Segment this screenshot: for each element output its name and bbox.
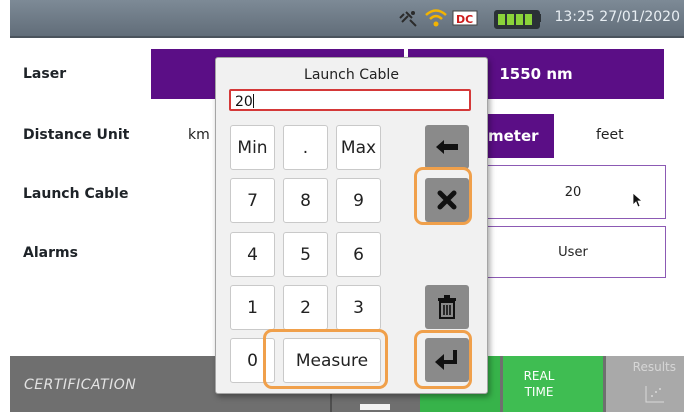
app-window: DC 13:25 27/01/2020 Laser 1550 nm Distan… <box>0 0 686 412</box>
text-caret <box>252 94 254 108</box>
backspace-button[interactable] <box>425 125 469 169</box>
key-min[interactable]: Min <box>230 125 275 170</box>
clock: 13:25 27/01/2020 <box>554 9 680 25</box>
time-text-label: TIME <box>524 385 554 399</box>
highlight-clear-button <box>414 167 472 225</box>
wifi-icon <box>425 9 447 27</box>
key-3[interactable]: 3 <box>336 285 381 330</box>
unit-meter-option[interactable]: meter <box>478 114 554 158</box>
launch-cable-label: Launch Cable <box>23 186 129 202</box>
battery-cap <box>538 14 541 22</box>
backspace-icon <box>436 140 458 154</box>
unit-feet-option[interactable]: feet <box>596 127 624 143</box>
alarms-label: Alarms <box>23 245 78 261</box>
dc-power-icon: DC <box>452 10 478 26</box>
key-max[interactable]: Max <box>336 125 381 170</box>
key-7[interactable]: 7 <box>230 178 275 223</box>
dc-label: DC <box>456 13 473 26</box>
distance-unit-label: Distance Unit <box>23 127 130 143</box>
unit-meter-text: meter <box>488 127 539 145</box>
scatter-chart-icon <box>645 386 664 403</box>
alarms-field[interactable]: User <box>480 226 666 278</box>
key-4[interactable]: 4 <box>230 232 275 277</box>
highlight-measure-button <box>263 329 388 389</box>
keypad-title: Launch Cable <box>304 67 399 83</box>
keypad-input[interactable]: 20 <box>229 89 471 111</box>
certification-mode-label: CERTIFICATION <box>24 377 137 393</box>
key-6[interactable]: 6 <box>336 232 381 277</box>
status-bar: DC 13:25 27/01/2020 <box>10 0 684 38</box>
key-2[interactable]: 2 <box>283 285 328 330</box>
real-text: REAL <box>523 369 555 383</box>
key-8[interactable]: 8 <box>283 178 328 223</box>
keypad-input-value: 20 <box>235 94 253 110</box>
key-9[interactable]: 9 <box>336 178 381 223</box>
results-button[interactable]: Results <box>606 356 684 412</box>
highlight-enter-button <box>414 330 472 389</box>
mouse-cursor-icon <box>632 192 644 208</box>
delete-button[interactable] <box>425 285 469 329</box>
bottom-white-tab <box>360 404 390 410</box>
key-dot[interactable]: . <box>283 125 328 170</box>
key-1[interactable]: 1 <box>230 285 275 330</box>
satellite-icon <box>399 11 417 27</box>
unit-km-option[interactable]: km <box>188 127 210 143</box>
key-5[interactable]: 5 <box>283 232 328 277</box>
laser-label: Laser <box>23 66 67 82</box>
results-label: Results <box>632 360 676 374</box>
time-text: 13:25 <box>554 9 595 25</box>
trash-icon <box>438 295 456 319</box>
battery-icon <box>494 10 540 29</box>
date-text: 27/01/2020 <box>599 9 680 25</box>
real-time-label: REAL TIME <box>507 368 571 400</box>
